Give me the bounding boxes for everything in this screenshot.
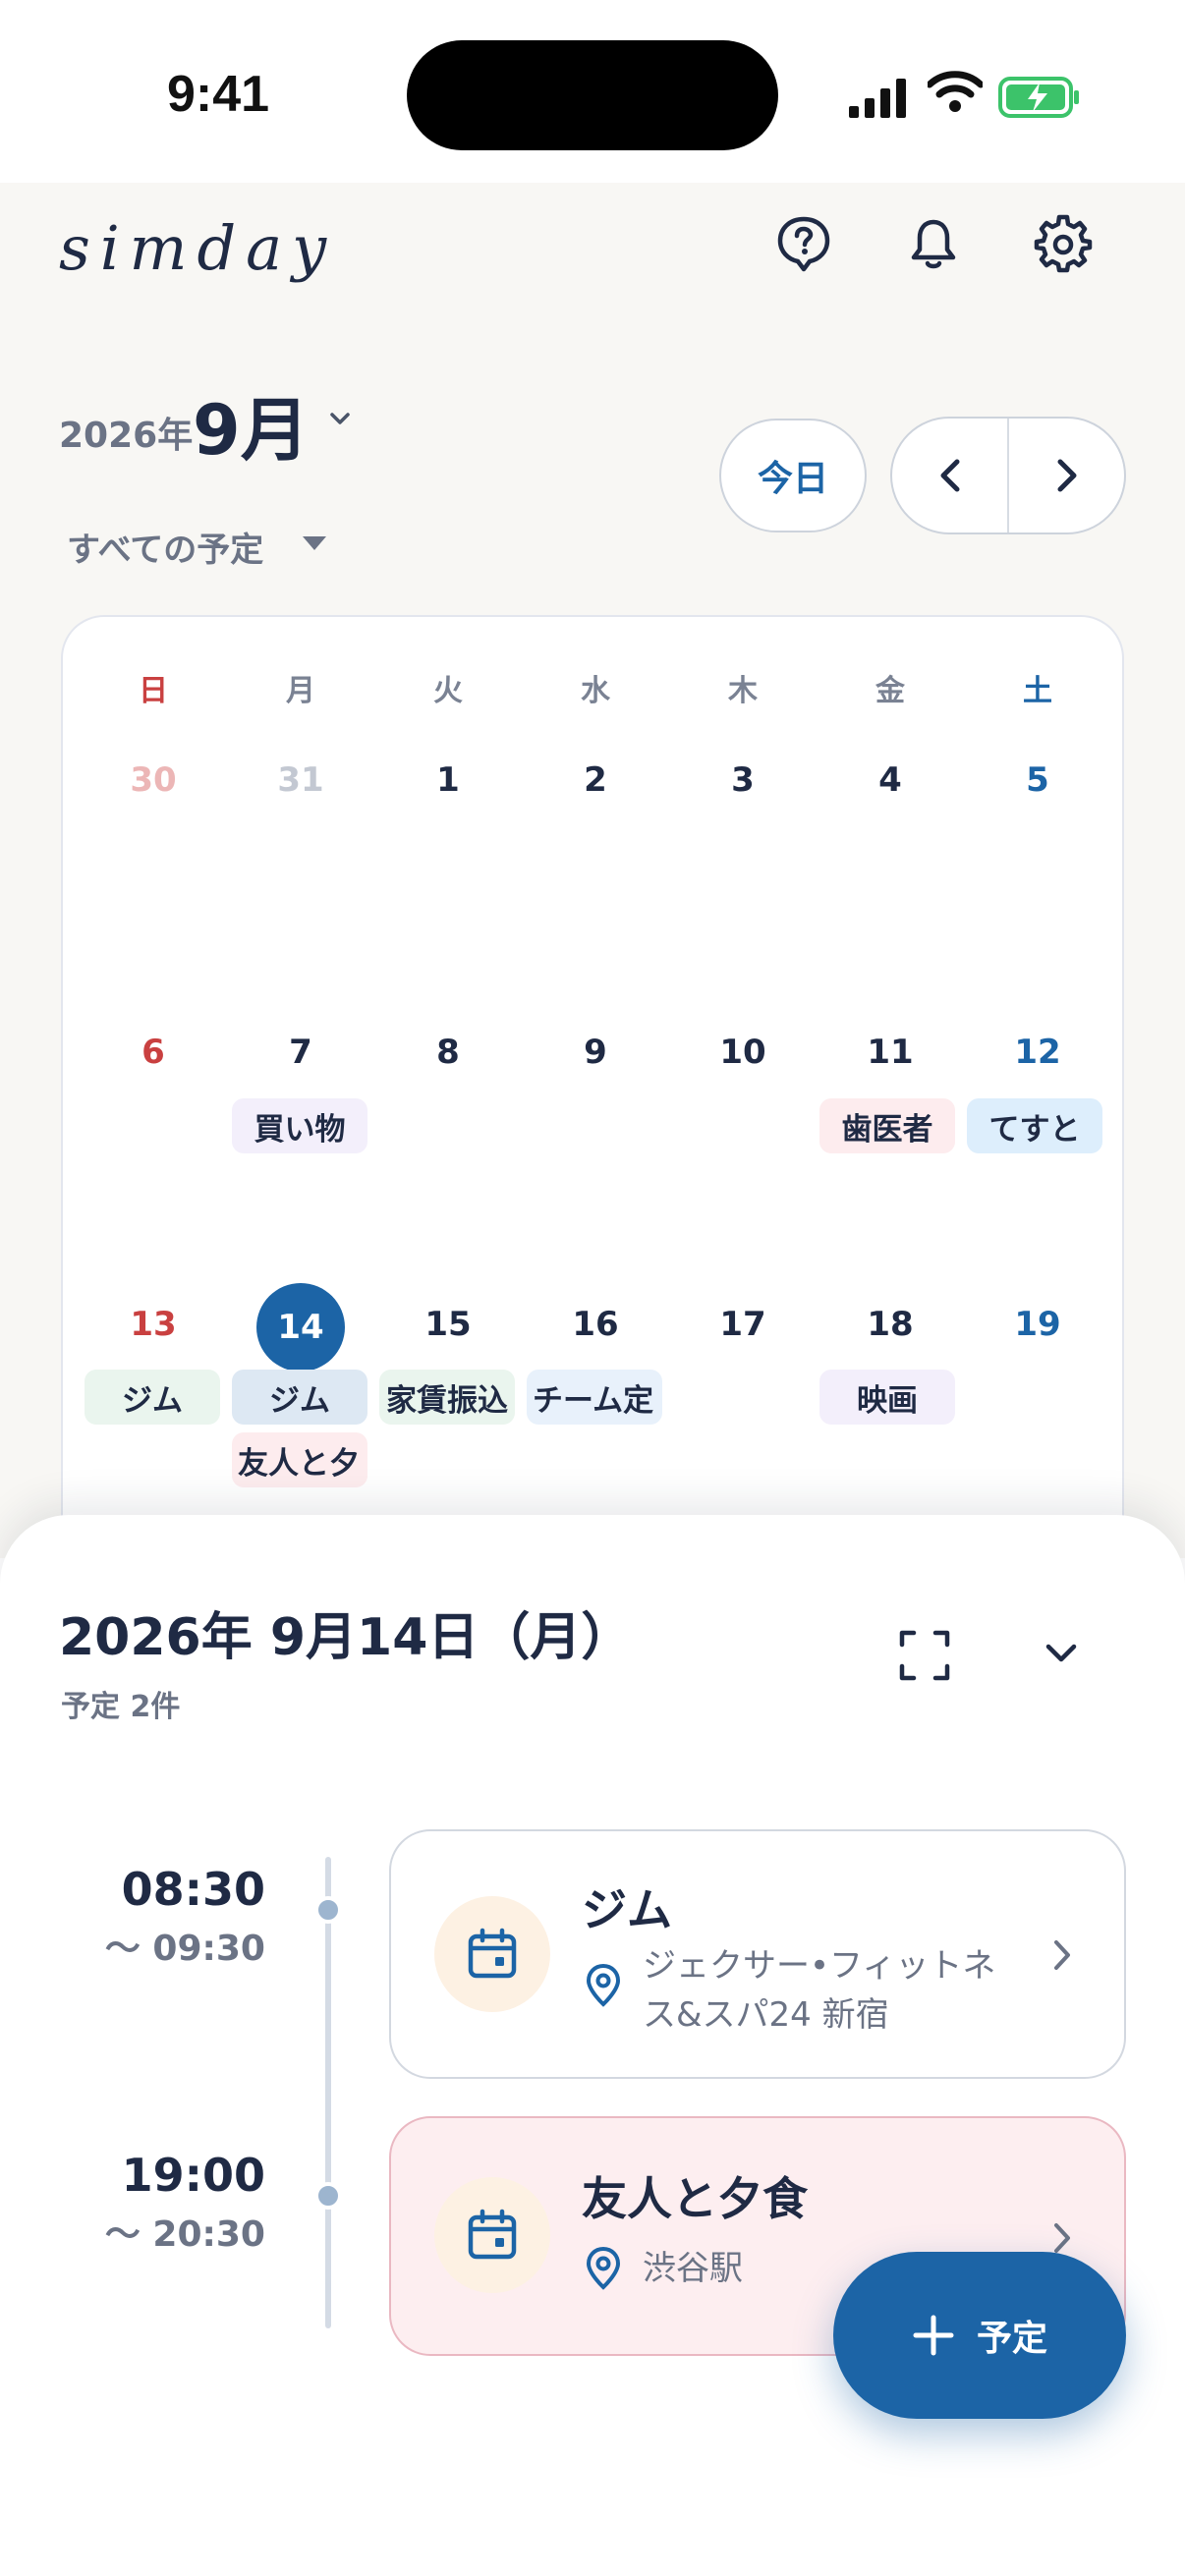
event-chip[interactable]: チーム定 <box>527 1370 662 1425</box>
chevron-right-icon <box>1057 459 1076 492</box>
event-icon-badge <box>434 2177 550 2293</box>
month-nav <box>890 417 1126 534</box>
weekday-thu: 木 <box>728 674 758 708</box>
timeline-line <box>325 1857 331 2328</box>
weekday-mon: 月 <box>286 674 315 708</box>
event-chip[interactable]: 家賃振込 <box>379 1370 515 1425</box>
event-end-time: 〜 20:30 <box>104 2214 265 2255</box>
wifi-icon <box>928 71 983 112</box>
selected-date-title: 2026年 9月14日（月） <box>59 1608 633 1667</box>
event-start-time: 19:00 <box>121 2149 265 2202</box>
day-cell[interactable]: 9 <box>522 1033 669 1072</box>
day-cell[interactable]: 17 <box>669 1305 817 1344</box>
day-cell[interactable]: 5 <box>964 760 1111 800</box>
day-cell[interactable]: 10 <box>669 1033 817 1072</box>
day-cell[interactable]: 7 <box>227 1033 374 1072</box>
event-chip[interactable]: 映画 <box>819 1370 955 1425</box>
caret-down-icon[interactable] <box>301 534 328 552</box>
day-cell[interactable]: 4 <box>817 760 964 800</box>
status-time: 9:41 <box>167 66 270 123</box>
day-cell[interactable]: 2 <box>522 760 669 800</box>
chevron-left-icon <box>940 459 959 492</box>
day-cell[interactable]: 1 <box>374 760 522 800</box>
help-icon[interactable] <box>774 214 833 273</box>
day-cell[interactable]: 8 <box>374 1033 522 1072</box>
day-cell[interactable]: 31 <box>227 760 374 800</box>
event-title: ジム <box>582 1883 672 1936</box>
add-event-label: 予定 <box>976 2319 1047 2359</box>
day-cell[interactable]: 13 <box>80 1305 227 1344</box>
weekday-wed: 水 <box>581 674 610 708</box>
next-month-button[interactable] <box>1009 419 1124 532</box>
day-cell[interactable]: 30 <box>80 760 227 800</box>
weekday-fri: 金 <box>875 674 905 708</box>
day-cell[interactable]: 11 <box>817 1033 964 1072</box>
event-chip[interactable]: 買い物 <box>232 1098 367 1153</box>
weekday-tue: 火 <box>433 674 463 708</box>
location-pin-icon <box>586 2246 621 2290</box>
chevron-down-icon[interactable] <box>1044 1641 1079 1666</box>
add-event-button[interactable]: 予定 <box>833 2252 1126 2419</box>
signal-icon <box>849 79 906 118</box>
gear-icon[interactable] <box>1034 214 1093 273</box>
event-start-time: 08:30 <box>121 1863 265 1916</box>
calendar-icon <box>468 1928 517 1979</box>
event-end-time: 〜 09:30 <box>104 1929 265 1969</box>
prev-month-button[interactable] <box>892 419 1007 532</box>
bell-icon[interactable] <box>904 214 963 273</box>
calendar-icon <box>468 2209 517 2260</box>
day-cell[interactable]: 16 <box>522 1305 669 1344</box>
day-cell[interactable]: 6 <box>80 1033 227 1072</box>
month-label[interactable]: 9月 <box>193 375 310 475</box>
event-chip[interactable]: 歯医者 <box>819 1098 955 1153</box>
chevron-right-icon <box>1054 2223 1070 2253</box>
dynamic-island <box>407 40 778 150</box>
weekday-sat: 土 <box>1023 674 1052 708</box>
day-cell[interactable]: 19 <box>964 1305 1111 1344</box>
year-label: 2026年 <box>59 416 194 456</box>
event-count: 予定 2件 <box>61 1690 181 1724</box>
timeline-dot <box>314 2182 342 2210</box>
event-location: ジェクサー•フィットネス&スパ24 新宿 <box>643 1946 996 2035</box>
event-chip[interactable]: てすと <box>967 1098 1102 1153</box>
event-chip[interactable]: ジム <box>232 1370 367 1425</box>
chevron-down-icon[interactable] <box>328 411 352 426</box>
location-pin-icon <box>586 1963 621 2007</box>
expand-icon[interactable] <box>898 1629 951 1682</box>
day-cell[interactable]: 3 <box>669 760 817 800</box>
filter-dropdown[interactable]: すべての予定 <box>67 523 263 571</box>
event-icon-badge <box>434 1896 550 2012</box>
day-cell[interactable]: 12 <box>964 1033 1111 1072</box>
timeline-dot <box>314 1896 342 1924</box>
chevron-right-icon <box>1054 1940 1070 1970</box>
app-content: simday 2026年 9月 すべての予定 今日 日 月 火 水 木 金 土 … <box>0 183 1185 1794</box>
day-cell[interactable]: 18 <box>817 1305 964 1344</box>
event-chip[interactable]: ジム <box>85 1370 220 1425</box>
day-cell[interactable]: 15 <box>374 1305 522 1344</box>
today-button[interactable]: 今日 <box>719 419 867 532</box>
status-bar: 9:41 <box>0 0 1185 183</box>
event-chip[interactable]: 友人と夕 <box>232 1432 367 1487</box>
plus-icon <box>913 2315 954 2356</box>
app-logo: simday <box>59 212 337 284</box>
event-title: 友人と夕食 <box>582 2172 808 2225</box>
battery-icon <box>998 77 1079 118</box>
weekday-sun: 日 <box>139 674 168 708</box>
event-card[interactable]: ジム ジェクサー•フィットネス&スパ24 新宿 <box>389 1829 1126 2079</box>
selected-day[interactable]: 14 <box>256 1283 345 1372</box>
